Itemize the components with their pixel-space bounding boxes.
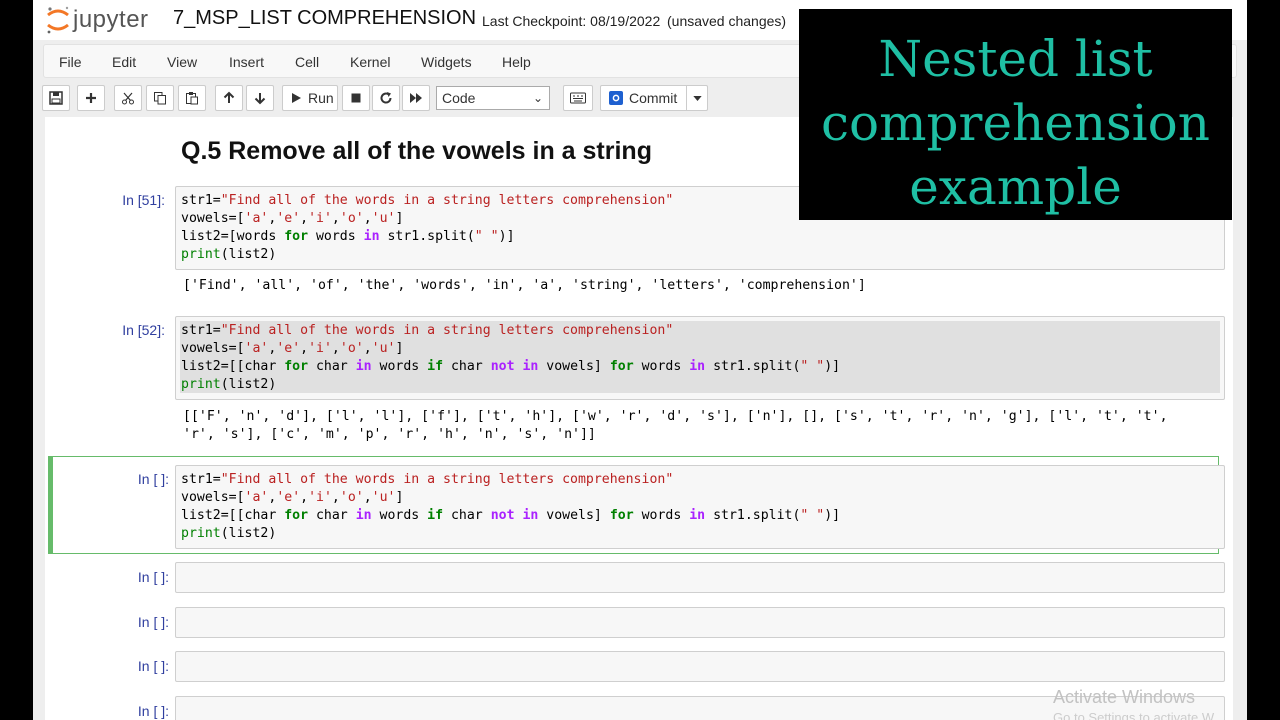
- arrow-down-icon: [254, 93, 266, 105]
- restart-icon: [380, 92, 392, 104]
- menu-view[interactable]: View: [167, 54, 197, 70]
- cell-type-value: Code: [442, 90, 476, 106]
- cell-output: [['F', 'n', 'd'], ['l', 'l'], ['f'], ['t…: [183, 409, 1168, 424]
- menu-help[interactable]: Help: [502, 54, 531, 70]
- code-line: list2=[words for words in str1.split(" "…: [181, 229, 515, 244]
- restart-button[interactable]: [372, 85, 400, 111]
- keyboard-icon: [570, 92, 586, 104]
- paste-icon: [186, 92, 198, 105]
- unsaved-status: (unsaved changes): [667, 13, 787, 29]
- jupyter-logo[interactable]: jupyter: [45, 4, 149, 36]
- insert-cell-button[interactable]: [77, 85, 105, 111]
- cell-prompt: In [ ]:: [137, 614, 169, 630]
- code-cell-input[interactable]: str1="Find all of the words in a string …: [175, 465, 1225, 549]
- code-line: list2=[[char for char in words if char n…: [181, 359, 841, 374]
- markdown-heading: Q.5 Remove all of the vowels in a string: [181, 137, 652, 165]
- code-line: str1="Find all of the words in a string …: [181, 193, 674, 208]
- command-palette-button[interactable]: [563, 85, 593, 111]
- overlay-line: comprehension: [821, 94, 1210, 152]
- menu-cell[interactable]: Cell: [295, 54, 319, 70]
- code-cell-input[interactable]: [175, 651, 1225, 682]
- move-up-button[interactable]: [215, 85, 243, 111]
- run-label: Run: [308, 90, 334, 106]
- stop-icon: [351, 93, 361, 103]
- activate-windows-watermark: Activate Windows: [1053, 687, 1196, 707]
- code-cell-input[interactable]: [175, 562, 1225, 593]
- copy-icon: [154, 92, 166, 105]
- logo-text: jupyter: [73, 6, 149, 33]
- code-line: print(list2): [181, 247, 277, 262]
- cut-button[interactable]: [114, 85, 142, 111]
- code-cell-input[interactable]: [175, 607, 1225, 638]
- cell-prompt: In [ ]:: [137, 658, 169, 674]
- cell-prompt: In [ ]:: [137, 471, 169, 487]
- fast-forward-icon: [410, 93, 422, 103]
- menu-edit[interactable]: Edit: [112, 54, 136, 70]
- menu-file[interactable]: File: [59, 54, 82, 70]
- chevron-down-icon: ⌄: [532, 91, 543, 105]
- menu-insert[interactable]: Insert: [229, 54, 264, 70]
- code-line: vowels=['a','e','i','o','u']: [181, 341, 404, 356]
- overlay-line: Nested list: [878, 30, 1153, 88]
- code-line: str1="Find all of the words in a string …: [181, 323, 674, 338]
- commit-icon: [609, 91, 623, 105]
- commit-button[interactable]: Commit: [600, 85, 708, 111]
- move-down-button[interactable]: [246, 85, 274, 111]
- cell-prompt: In [51]:: [122, 192, 165, 208]
- notebook-name[interactable]: 7_MSP_LIST COMPREHENSION: [173, 7, 476, 30]
- cell-prompt: In [52]:: [122, 322, 165, 338]
- commit-divider: [686, 85, 687, 111]
- code-line: print(list2): [181, 526, 277, 541]
- code-line: str1="Find all of the words in a string …: [181, 472, 674, 487]
- cell-output: 'r', 's'], ['c', 'm', 'p', 'r', 'h', 'n'…: [183, 427, 596, 442]
- plus-icon: [86, 93, 96, 103]
- paste-button[interactable]: [178, 85, 206, 111]
- code-line: print(list2): [181, 377, 277, 392]
- video-title-overlay: Nested list comprehension example: [799, 9, 1232, 220]
- run-button[interactable]: Run: [282, 85, 338, 111]
- cut-icon: [122, 92, 134, 105]
- save-button[interactable]: [42, 85, 70, 111]
- code-cell-input[interactable]: str1="Find all of the words in a string …: [175, 316, 1225, 400]
- cell-type-select[interactable]: Code ⌄: [436, 86, 550, 110]
- interrupt-button[interactable]: [342, 85, 370, 111]
- restart-run-all-button[interactable]: [402, 85, 430, 111]
- cell-prompt: In [ ]:: [137, 569, 169, 585]
- overlay-line: example: [909, 158, 1122, 216]
- menu-kernel[interactable]: Kernel: [350, 54, 390, 70]
- checkpoint-status: Last Checkpoint: 08/19/2022: [482, 13, 661, 29]
- arrow-up-icon: [223, 91, 235, 103]
- caret-down-icon[interactable]: [693, 96, 702, 101]
- code-line: vowels=['a','e','i','o','u']: [181, 211, 404, 226]
- code-line: list2=[[char for char in words if char n…: [181, 508, 841, 523]
- cell-prompt: In [ ]:: [137, 703, 169, 719]
- commit-label: Commit: [629, 90, 678, 106]
- play-icon: [292, 93, 301, 103]
- code-line: vowels=['a','e','i','o','u']: [181, 490, 404, 505]
- cell-output: ['Find', 'all', 'of', 'the', 'words', 'i…: [183, 278, 866, 293]
- jupyter-logo-icon: [47, 6, 69, 34]
- activate-windows-subtext: Go to Settings to activate W: [1053, 710, 1215, 720]
- copy-button[interactable]: [146, 85, 174, 111]
- menu-widgets[interactable]: Widgets: [421, 54, 472, 70]
- save-icon: [49, 91, 63, 105]
